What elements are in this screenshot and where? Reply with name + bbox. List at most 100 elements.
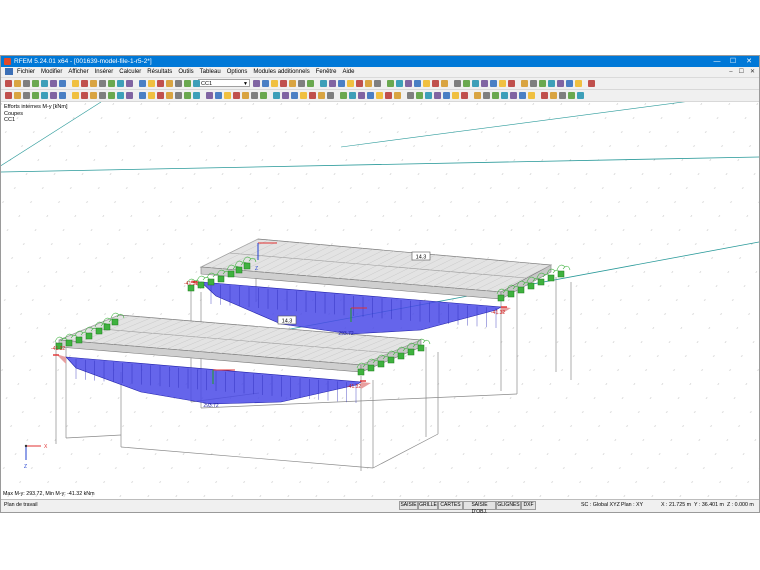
menu-options[interactable]: Options [227,68,248,76]
toolbar-tool-icon[interactable] [396,80,403,87]
toolbar-tool-icon[interactable] [530,80,537,87]
menu-aide[interactable]: Aide [342,68,354,76]
toolbar-tool-icon[interactable] [309,92,316,99]
toolbar-tool-icon[interactable] [242,92,249,99]
toolbar-tool-icon[interactable] [329,80,336,87]
minimize-button[interactable]: — [709,56,725,67]
toolbar-tool-icon[interactable] [108,80,115,87]
toolbar-tool-icon[interactable] [367,92,374,99]
toolbar-tool-icon[interactable] [356,80,363,87]
toolbar-tool-icon[interactable] [282,92,289,99]
toggle-dxf-button[interactable]: DXF [521,501,536,510]
toolbar-tool-icon[interactable] [510,92,517,99]
toolbar-tool-icon[interactable] [117,92,124,99]
toolbar-tool-icon[interactable] [253,80,260,87]
toolbar-tool-icon[interactable] [490,80,497,87]
toolbar-tool-icon[interactable] [454,80,461,87]
model-3d-view[interactable]: Z 14.3 14.3 293.72 293.72 -41.32 -41.32 … [1,102,759,499]
menu-fenetre[interactable]: Fenêtre [316,68,337,76]
toolbar-tool-icon[interactable] [318,92,325,99]
toolbar-tool-icon[interactable] [394,92,401,99]
toolbar-tool-icon[interactable] [215,92,222,99]
toolbar-tool-icon[interactable] [425,92,432,99]
toolbar-tool-icon[interactable] [271,80,278,87]
toolbar-tool-icon[interactable] [566,80,573,87]
toolbar-tool-icon[interactable] [338,80,345,87]
mdi-close-button[interactable]: ✕ [750,67,755,77]
toolbar-tool-icon[interactable] [577,92,584,99]
maximize-button[interactable]: ☐ [725,56,741,67]
toolbar-tool-icon[interactable] [588,80,595,87]
toolbar-tool-icon[interactable] [139,80,146,87]
toolbar-tool-icon[interactable] [193,92,200,99]
toolbar-tool-icon[interactable] [519,92,526,99]
close-button[interactable]: ✕ [741,56,757,67]
menu-modules-additionnels[interactable]: Modules additionnels [253,68,309,76]
toolbar-tool-icon[interactable] [508,80,515,87]
toolbar-tool-icon[interactable] [166,92,173,99]
toolbar-tool-icon[interactable] [423,80,430,87]
toolbar-tool-icon[interactable] [528,92,535,99]
toolbar-tool-icon[interactable] [41,80,48,87]
menu-resultats[interactable]: Résultats [147,68,172,76]
toggle-glignes-button[interactable]: GLIGNES [496,501,521,510]
toolbar-tool-icon[interactable] [548,80,555,87]
toolbar-tool-icon[interactable] [90,80,97,87]
toolbar-tool-icon[interactable] [557,80,564,87]
toggle-cartes-button[interactable]: CARTES [438,501,463,510]
toolbar-tool-icon[interactable] [14,80,21,87]
toolbar-tool-icon[interactable] [175,92,182,99]
mdi-restore-button[interactable]: ☐ [739,67,744,77]
toolbar-tool-icon[interactable] [72,92,79,99]
toolbar-tool-icon[interactable] [32,92,39,99]
toolbar-tool-icon[interactable] [5,80,12,87]
toolbar-tool-icon[interactable] [365,80,372,87]
toolbar-tool-icon[interactable] [414,80,421,87]
toolbar-tool-icon[interactable] [126,80,133,87]
toolbar-tool-icon[interactable] [434,92,441,99]
toolbar-tool-icon[interactable] [481,80,488,87]
toggle-saisie-button[interactable]: SAISIE [399,501,418,510]
toolbar-tool-icon[interactable] [575,80,582,87]
toolbar-tool-icon[interactable] [499,80,506,87]
toolbar-tool-icon[interactable] [50,80,57,87]
toolbar-tool-icon[interactable] [59,92,66,99]
toolbar-tool-icon[interactable] [206,92,213,99]
toolbar-tool-icon[interactable] [32,80,39,87]
toolbar-tool-icon[interactable] [327,92,334,99]
toolbar-tool-icon[interactable] [175,80,182,87]
toolbar-tool-icon[interactable] [193,80,200,87]
toolbar-tool-icon[interactable] [307,80,314,87]
toolbar-tool-icon[interactable] [461,92,468,99]
toolbar-tool-icon[interactable] [23,92,30,99]
toolbar-tool-icon[interactable] [441,80,448,87]
toolbar-tool-icon[interactable] [443,92,450,99]
toolbar-tool-icon[interactable] [5,92,12,99]
toolbar-tool-icon[interactable] [541,92,548,99]
toolbar-tool-icon[interactable] [405,80,412,87]
mdi-minimize-button[interactable]: – [729,67,732,77]
toolbar-tool-icon[interactable] [148,92,155,99]
toolbar-tool-icon[interactable] [340,92,347,99]
toolbar-tool-icon[interactable] [184,92,191,99]
toolbar-tool-icon[interactable] [358,92,365,99]
toolbar-tool-icon[interactable] [260,92,267,99]
menu-fichier[interactable]: Fichier [17,68,35,76]
toolbar-tool-icon[interactable] [90,92,97,99]
toolbar-tool-icon[interactable] [108,92,115,99]
toggle-grille-button[interactable]: GRILLE [418,501,438,510]
toolbar-tool-icon[interactable] [14,92,21,99]
toolbar-tool-icon[interactable] [559,92,566,99]
model-viewport[interactable]: Z 14.3 14.3 293.72 293.72 -41.32 -41.32 … [1,102,759,499]
toolbar-tool-icon[interactable] [157,92,164,99]
toolbar-tool-icon[interactable] [550,92,557,99]
toolbar-tool-icon[interactable] [233,92,240,99]
menu-afficher[interactable]: Afficher [68,68,88,76]
toolbar-tool-icon[interactable] [117,80,124,87]
toolbar-tool-icon[interactable] [72,80,79,87]
toolbar-tool-icon[interactable] [224,92,231,99]
menu-calculer[interactable]: Calculer [119,68,141,76]
toolbar-tool-icon[interactable] [521,80,528,87]
toolbar-tool-icon[interactable] [59,80,66,87]
document-system-icon[interactable] [5,68,13,75]
